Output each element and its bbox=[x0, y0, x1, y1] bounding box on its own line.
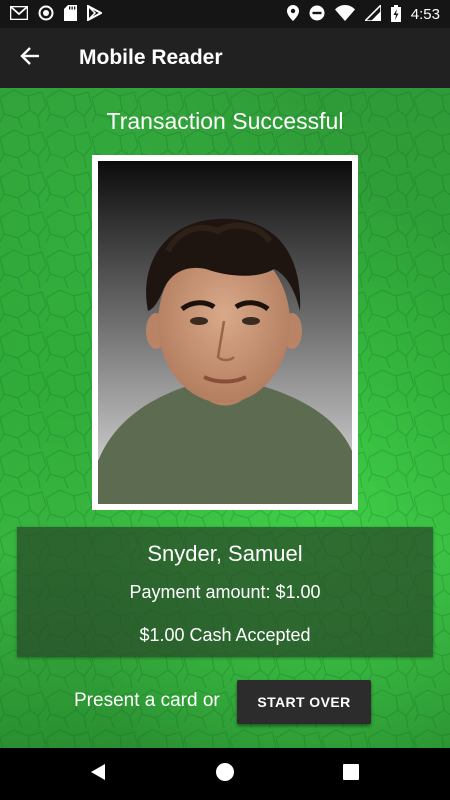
cardholder-name: Snyder, Samuel bbox=[147, 541, 303, 566]
app-bar: Mobile Reader bbox=[0, 28, 450, 88]
main-content: Transaction Successful Snyder, Samuel Pa… bbox=[0, 88, 450, 748]
battery-charging-icon bbox=[390, 4, 401, 24]
screen: 4:53 Mobile Reader Transaction Successfu… bbox=[0, 0, 450, 800]
start-over-button[interactable]: START OVER bbox=[237, 680, 371, 724]
gmail-icon bbox=[9, 5, 29, 22]
home-circle-icon bbox=[215, 762, 235, 787]
nav-recents-button[interactable] bbox=[321, 748, 381, 800]
signal-icon bbox=[362, 3, 382, 23]
status-left-icons bbox=[9, 4, 104, 23]
cash-accepted-status: $1.00 Cash Accepted bbox=[139, 625, 311, 645]
arrow-back-icon bbox=[20, 46, 40, 71]
present-card-prompt: Present a card or bbox=[74, 690, 220, 711]
sd-card-icon bbox=[64, 5, 77, 23]
nav-home-button[interactable] bbox=[195, 748, 255, 800]
status-right-icons: 4:53 bbox=[286, 3, 440, 24]
recents-square-icon bbox=[342, 763, 360, 786]
transaction-status-heading: Transaction Successful bbox=[106, 108, 344, 134]
status-time: 4:53 bbox=[410, 5, 440, 23]
back-triangle-icon bbox=[89, 763, 107, 786]
nav-back-button[interactable] bbox=[68, 748, 128, 800]
play-store-icon bbox=[87, 4, 104, 23]
payment-amount: Payment amount: $1.00 bbox=[129, 582, 321, 602]
wifi-icon bbox=[334, 5, 355, 23]
location-icon bbox=[286, 5, 299, 23]
cardholder-photo-frame bbox=[92, 155, 358, 510]
app-title: Mobile Reader bbox=[79, 46, 223, 69]
back-button[interactable] bbox=[0, 28, 60, 88]
transaction-info-panel: Snyder, Samuel Payment amount: $1.00 $1.… bbox=[17, 527, 433, 657]
circle-notification-icon bbox=[38, 5, 54, 23]
status-bar: 4:53 bbox=[0, 0, 450, 28]
system-nav-bar bbox=[0, 748, 450, 800]
cardholder-photo bbox=[98, 161, 352, 504]
do-not-disturb-icon bbox=[309, 5, 325, 23]
